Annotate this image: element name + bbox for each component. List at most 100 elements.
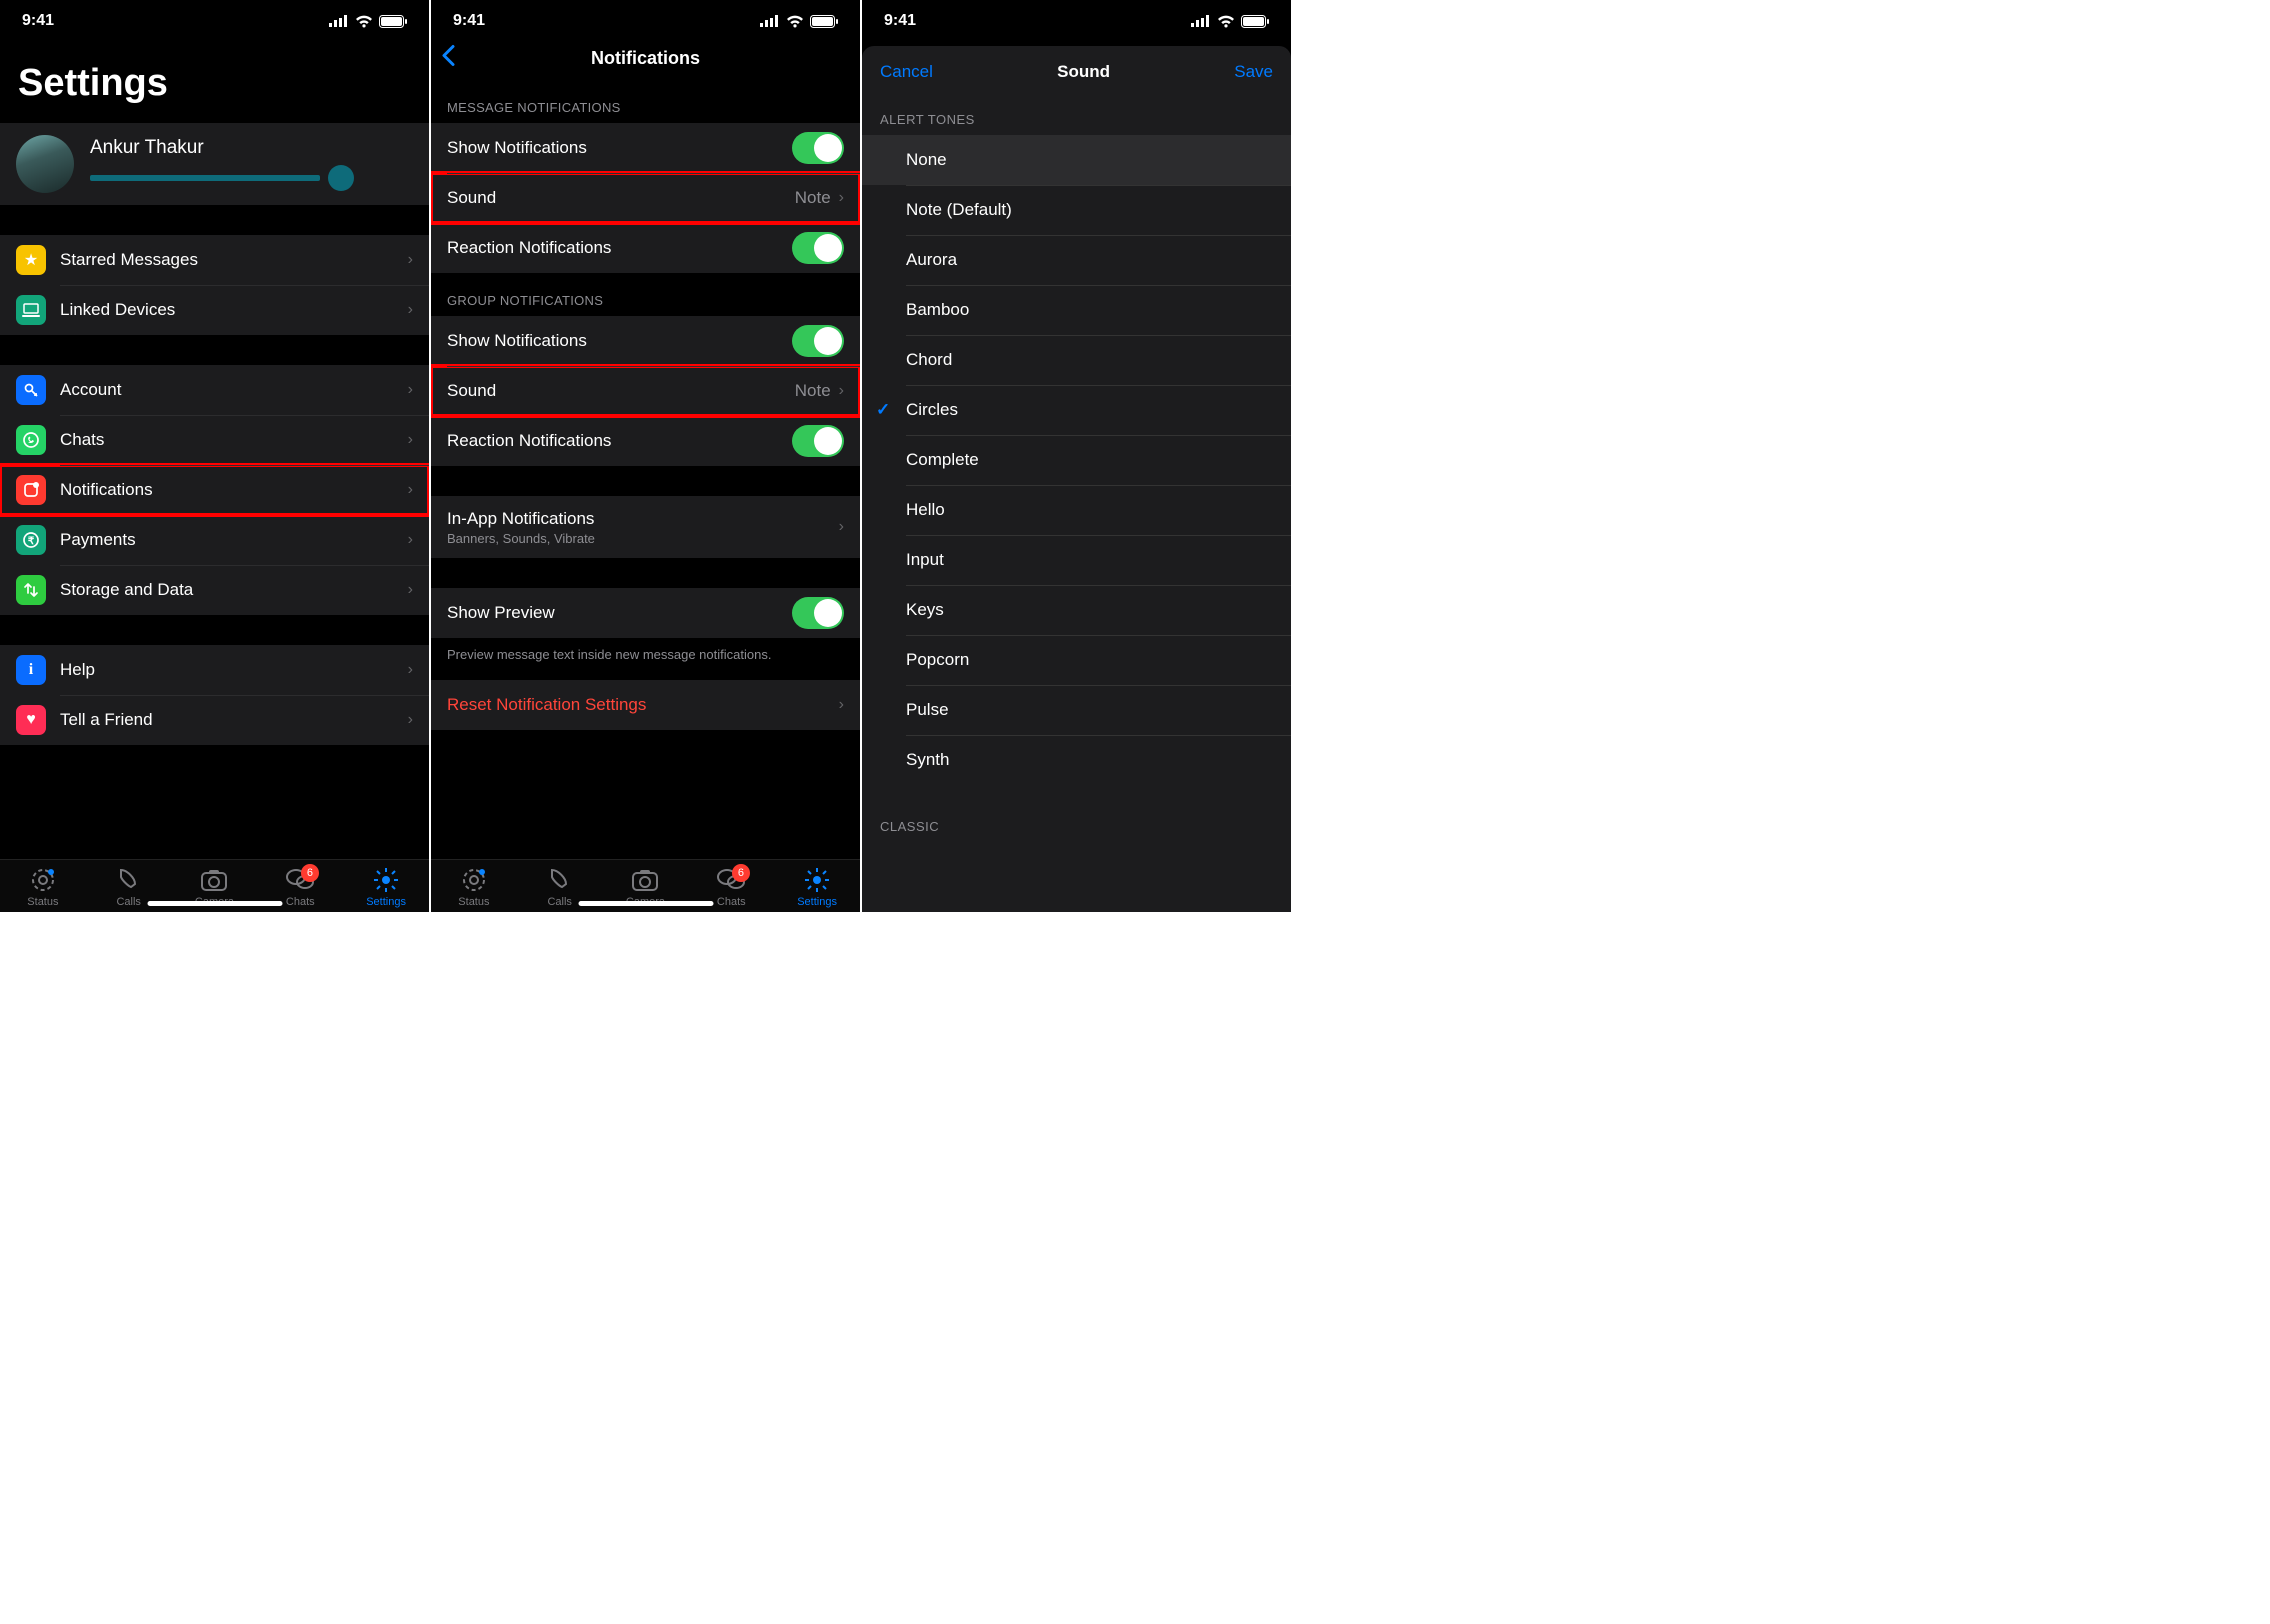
svg-text:₹: ₹ [28,536,35,547]
section-group-notifications: GROUP NOTIFICATIONS [431,273,860,316]
tone-label: Chord [906,350,952,370]
storage-label: Storage and Data [60,580,408,600]
storage-row[interactable]: Storage and Data › [0,565,429,615]
preview-label: Show Preview [447,603,792,623]
section-alert-tones: ALERT TONES [862,98,1291,135]
status-icon [29,866,57,894]
notifications-icon [16,475,46,505]
status-icons [1191,15,1269,28]
tone-row[interactable]: Synth [862,735,1291,785]
phone-icon [116,867,142,893]
wifi-icon [786,15,804,28]
screen-notifications: 9:41 Notifications MESSAGE NOTIFICATIONS… [431,0,862,912]
tone-row[interactable]: Note (Default) [862,185,1291,235]
tab-settings-label: Settings [366,896,406,908]
tone-row[interactable]: ✓Circles [862,385,1291,435]
arrows-icon [16,575,46,605]
tone-row[interactable]: Keys [862,585,1291,635]
phone-icon [547,867,573,893]
grp-sound-row[interactable]: Sound Note › [431,366,860,416]
tone-label: Synth [906,750,949,770]
help-row[interactable]: i Help › [0,645,429,695]
msg-sound-row[interactable]: Sound Note › [431,173,860,223]
save-button[interactable]: Save [1234,62,1273,82]
linked-devices-row[interactable]: Linked Devices › [0,285,429,335]
msg-show-row[interactable]: Show Notifications [431,123,860,173]
inapp-row[interactable]: In-App Notifications Banners, Sounds, Vi… [431,496,860,558]
profile-row[interactable]: Ankur Thakur [0,123,429,205]
check-icon: ✓ [876,400,890,420]
camera-icon [631,868,659,892]
section-message-notifications: MESSAGE NOTIFICATIONS [431,80,860,123]
starred-messages-row[interactable]: ★ Starred Messages › [0,235,429,285]
account-row[interactable]: Account › [0,365,429,415]
chats-badge: 6 [732,864,750,882]
tone-row[interactable]: Chord [862,335,1291,385]
chevron-right-icon: › [408,431,413,449]
status-bar: 9:41 [431,0,860,36]
tone-row[interactable]: Input [862,535,1291,585]
status-time: 9:41 [453,12,485,30]
whatsapp-icon [16,425,46,455]
status-icon [460,866,488,894]
preview-toggle[interactable] [792,597,844,629]
tab-status[interactable]: Status [431,866,517,908]
msg-reaction-row[interactable]: Reaction Notifications [431,223,860,273]
msg-show-label: Show Notifications [447,138,792,158]
help-label: Help [60,660,408,680]
chevron-right-icon: › [408,381,413,399]
notifications-label: Notifications [60,480,408,500]
msg-show-toggle[interactable] [792,132,844,164]
reset-label: Reset Notification Settings [447,695,839,715]
reset-row[interactable]: Reset Notification Settings › [431,680,860,730]
camera-icon [200,868,228,892]
tab-settings[interactable]: Settings [774,866,860,908]
home-indicator[interactable] [578,901,713,906]
payments-row[interactable]: ₹ Payments › [0,515,429,565]
tone-row[interactable]: Popcorn [862,635,1291,685]
chevron-right-icon: › [408,531,413,549]
tone-row[interactable]: Aurora [862,235,1291,285]
section-classic: CLASSIC [862,805,1291,842]
msg-sound-label: Sound [447,188,795,208]
tone-label: Popcorn [906,650,969,670]
home-indicator[interactable] [147,901,282,906]
tone-label: Aurora [906,250,957,270]
starred-label: Starred Messages [60,250,408,270]
msg-reaction-toggle[interactable] [792,232,844,264]
chevron-right-icon: › [408,301,413,319]
chevron-right-icon: › [839,189,844,207]
grp-reaction-label: Reaction Notifications [447,431,792,451]
chevron-right-icon: › [408,251,413,269]
grp-show-toggle[interactable] [792,325,844,357]
msg-sound-value: Note [795,188,831,208]
grp-show-label: Show Notifications [447,331,792,351]
tone-row[interactable]: Complete [862,435,1291,485]
tab-status[interactable]: Status [0,866,86,908]
tone-row[interactable]: Bamboo [862,285,1291,335]
tab-settings-label: Settings [797,896,837,908]
tell-friend-row[interactable]: ♥ Tell a Friend › [0,695,429,745]
screen-settings: 9:41 Settings Ankur Thakur ★ Starred Mes… [0,0,431,912]
preview-row[interactable]: Show Preview [431,588,860,638]
back-button[interactable] [441,45,457,72]
battery-icon [379,15,407,28]
cancel-button[interactable]: Cancel [880,62,933,82]
tone-label: Pulse [906,700,949,720]
chevron-right-icon: › [839,518,844,536]
notifications-row[interactable]: Notifications › [0,465,429,515]
tab-settings[interactable]: Settings [343,866,429,908]
avatar [16,135,74,193]
tone-row[interactable]: Pulse [862,685,1291,735]
chevron-right-icon: › [839,696,844,714]
grp-reaction-row[interactable]: Reaction Notifications [431,416,860,466]
grp-show-row[interactable]: Show Notifications [431,316,860,366]
grp-reaction-toggle[interactable] [792,425,844,457]
chats-row[interactable]: Chats › [0,415,429,465]
battery-icon [810,15,838,28]
cellular-icon [329,15,349,27]
cellular-icon [1191,15,1211,27]
tone-row[interactable]: None [862,135,1291,185]
status-bar: 9:41 [862,0,1291,36]
tone-row[interactable]: Hello [862,485,1291,535]
